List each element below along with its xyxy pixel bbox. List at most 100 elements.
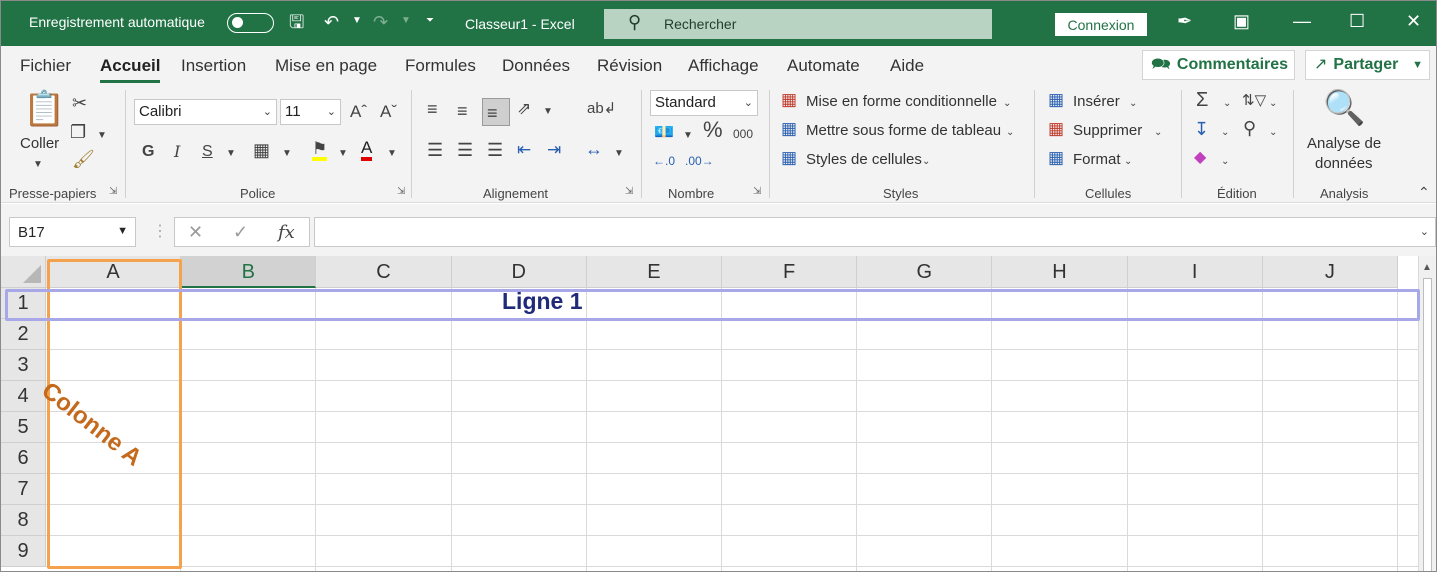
analyze-data-label-line2[interactable]: données	[1315, 155, 1373, 172]
copy-dropdown-icon[interactable]: ▼	[97, 127, 107, 145]
save-icon[interactable]: 🖫	[289, 11, 304, 33]
close-icon[interactable]: ✕	[1406, 11, 1421, 32]
column-header-b[interactable]: B	[181, 256, 317, 288]
sort-filter-icon[interactable]: ⇅▽	[1242, 92, 1266, 110]
column-header-j[interactable]: J	[1262, 256, 1398, 288]
thousands-separator-button[interactable]: 000	[733, 125, 753, 143]
merge-center-icon[interactable]: ↔	[585, 140, 603, 158]
ribbon-display-icon[interactable]: ▣	[1233, 11, 1250, 32]
font-name-select[interactable]: Calibri ⌄	[134, 99, 277, 125]
insert-function-icon[interactable]: fx	[278, 222, 295, 243]
conditional-dropdown-icon[interactable]: ⌄	[1003, 95, 1011, 113]
undo-dropdown-icon[interactable]: ▼	[352, 15, 362, 26]
align-bottom-icon[interactable]: ≡	[487, 104, 498, 122]
decrease-indent-icon[interactable]: ⇤	[517, 141, 531, 159]
font-color-icon[interactable]: A	[361, 139, 373, 161]
currency-icon[interactable]: 💶	[654, 124, 674, 142]
column-header-d[interactable]: D	[451, 256, 587, 288]
clear-icon[interactable]: ◆	[1194, 149, 1206, 167]
row-header-8[interactable]: 8	[1, 505, 46, 536]
scroll-thumb[interactable]	[1423, 278, 1432, 571]
decrease-font-icon[interactable]: Aˇ	[380, 103, 397, 121]
row-header-2[interactable]: 2	[1, 319, 46, 350]
scroll-up-icon[interactable]: ▲	[1422, 262, 1432, 273]
align-top-icon[interactable]: ≡	[427, 100, 438, 118]
cut-icon[interactable]: ✂	[72, 94, 87, 112]
font-size-select[interactable]: 11 ⌄	[280, 99, 341, 125]
column-header-i[interactable]: I	[1127, 256, 1263, 288]
undo-icon[interactable]: ↶	[324, 11, 339, 33]
share-button[interactable]: ↗ Partager ▼	[1305, 50, 1430, 80]
borders-dropdown-icon[interactable]: ▼	[282, 145, 292, 163]
bold-button[interactable]: G	[142, 143, 154, 161]
conditional-formatting-button[interactable]: Mise en forme conditionnelle	[806, 93, 997, 110]
align-right-icon[interactable]: ☰	[487, 141, 503, 159]
tab-donnees[interactable]: Données	[502, 56, 570, 76]
tab-insertion[interactable]: Insertion	[181, 56, 246, 76]
search-box[interactable]: ⚲ Rechercher	[604, 9, 992, 39]
tab-accueil[interactable]: Accueil	[100, 56, 161, 83]
format-dropdown-icon[interactable]: ⌄	[1124, 153, 1132, 171]
paste-icon[interactable]: 📋	[23, 90, 65, 128]
conditional-formatting-icon[interactable]: ▦	[781, 91, 797, 109]
clipboard-launcher-icon[interactable]: ⇲	[109, 186, 117, 197]
analyze-data-icon[interactable]: 🔍	[1323, 89, 1365, 127]
name-box[interactable]: B17 ▼	[9, 217, 136, 247]
font-launcher-icon[interactable]: ⇲	[397, 186, 405, 197]
clear-dropdown-icon[interactable]: ⌄	[1221, 153, 1229, 171]
formula-input[interactable]: ⌄	[314, 217, 1436, 247]
tab-fichier[interactable]: Fichier	[20, 56, 71, 76]
row-header-9[interactable]: 9	[1, 536, 46, 567]
format-cells-button[interactable]: Format	[1073, 151, 1121, 168]
tab-mise-en-page[interactable]: Mise en page	[275, 56, 377, 76]
format-as-table-button[interactable]: Mettre sous forme de tableau	[806, 122, 1001, 139]
merge-dropdown-icon[interactable]: ▼	[614, 145, 624, 163]
collapse-ribbon-icon[interactable]: ⌃	[1418, 183, 1430, 201]
cell-styles-button[interactable]: Styles de cellules	[806, 151, 922, 168]
column-header-g[interactable]: G	[857, 256, 993, 288]
row-header-5[interactable]: 5	[1, 412, 46, 443]
borders-icon[interactable]: ▦	[253, 141, 270, 159]
vertical-scrollbar[interactable]: ▲	[1418, 256, 1436, 571]
align-center-icon[interactable]: ☰	[457, 141, 473, 159]
autosave-toggle[interactable]	[227, 13, 274, 33]
autosum-icon[interactable]: Σ	[1196, 90, 1208, 110]
copy-icon[interactable]: ❐	[70, 123, 86, 141]
decrease-decimal-icon[interactable]: .00→	[685, 152, 714, 170]
number-launcher-icon[interactable]: ⇲	[753, 186, 761, 197]
expand-formula-icon[interactable]: ⌄	[1420, 225, 1429, 238]
percent-button[interactable]: %	[703, 119, 723, 141]
column-header-c[interactable]: C	[316, 256, 452, 288]
tab-automate[interactable]: Automate	[787, 56, 860, 76]
fill-color-dropdown-icon[interactable]: ▼	[338, 145, 348, 163]
paste-dropdown-icon[interactable]: ▼	[33, 156, 43, 174]
find-dropdown-icon[interactable]: ⌄	[1269, 124, 1277, 142]
cell-styles-dropdown-icon[interactable]: ⌄	[922, 153, 930, 171]
sort-dropdown-icon[interactable]: ⌄	[1269, 95, 1277, 113]
row-header-7[interactable]: 7	[1, 474, 46, 505]
autosum-dropdown-icon[interactable]: ⌄	[1223, 95, 1231, 113]
delete-cells-icon[interactable]: ▦	[1048, 120, 1064, 138]
maximize-icon[interactable]: ☐	[1349, 11, 1365, 32]
delete-cells-button[interactable]: Supprimer	[1073, 122, 1142, 139]
fill-color-icon[interactable]: ⚑	[312, 140, 328, 161]
analyze-data-label-line1[interactable]: Analyse de	[1307, 135, 1381, 152]
pen-icon[interactable]: ✒	[1177, 11, 1192, 32]
column-header-e[interactable]: E	[586, 256, 722, 288]
increase-indent-icon[interactable]: ⇥	[547, 141, 561, 159]
format-cells-icon[interactable]: ▦	[1048, 149, 1064, 167]
format-painter-icon[interactable]: 🖌	[72, 150, 95, 168]
paste-label[interactable]: Coller	[20, 135, 59, 152]
row-header-6[interactable]: 6	[1, 443, 46, 474]
tab-formules[interactable]: Formules	[405, 56, 476, 76]
find-select-icon[interactable]: ⚲	[1243, 119, 1256, 137]
delete-dropdown-icon[interactable]: ⌄	[1154, 124, 1162, 142]
table-dropdown-icon[interactable]: ⌄	[1006, 124, 1014, 142]
row-header-3[interactable]: 3	[1, 350, 46, 381]
select-all-corner[interactable]	[1, 256, 46, 288]
login-button[interactable]: Connexion	[1055, 13, 1147, 36]
align-middle-icon[interactable]: ≡	[457, 102, 468, 120]
alignment-launcher-icon[interactable]: ⇲	[625, 186, 633, 197]
tab-aide[interactable]: Aide	[890, 56, 924, 76]
column-header-f[interactable]: F	[722, 256, 858, 288]
